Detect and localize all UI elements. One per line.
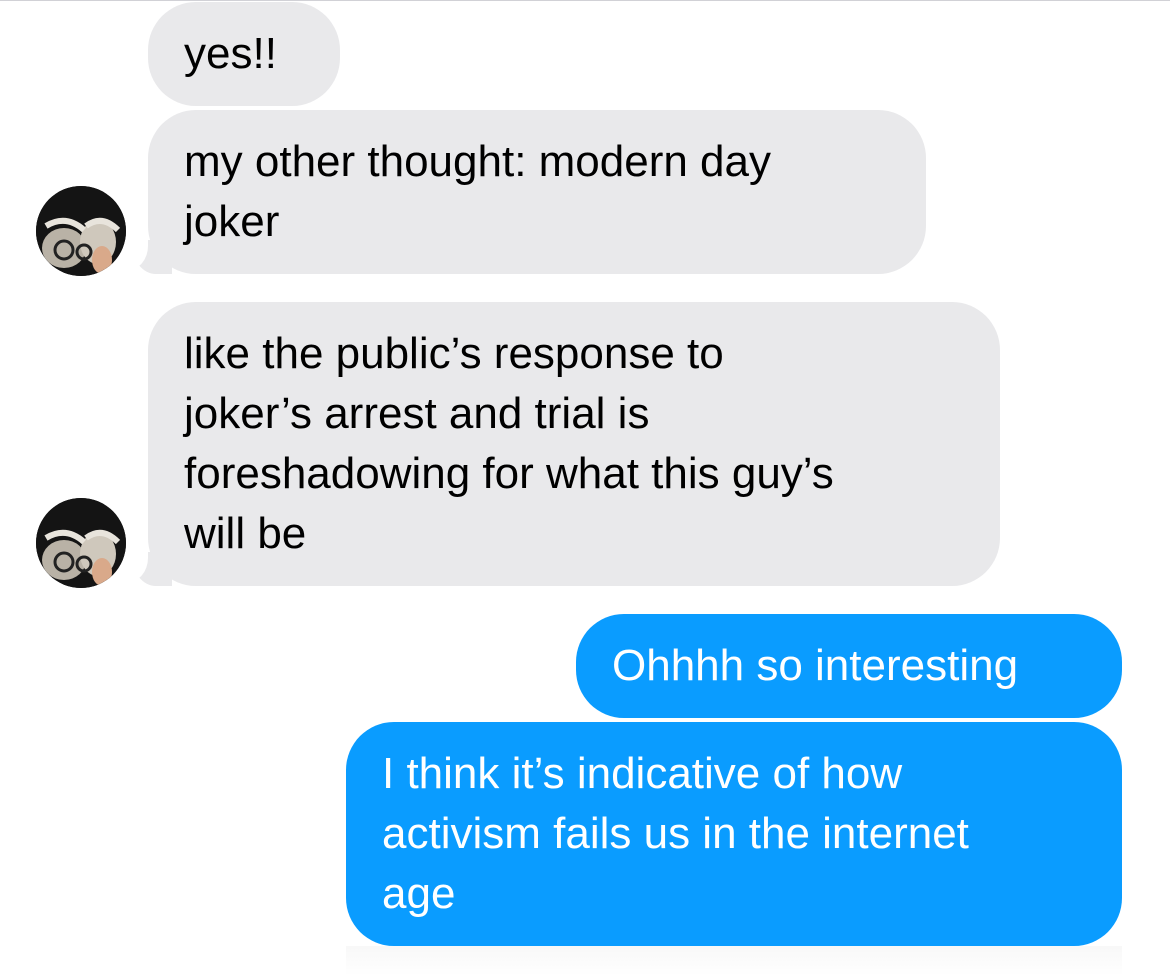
avatar-photo-icon <box>36 186 126 276</box>
message-text: will be <box>184 509 307 558</box>
message-bubble-incoming[interactable]: like the public’s response to joker’s ar… <box>132 302 1000 586</box>
message-text: joker <box>184 197 280 246</box>
message-text: age <box>382 869 456 918</box>
message-text: activism fails us in the internet <box>382 809 969 858</box>
contact-avatar[interactable] <box>36 186 126 276</box>
contact-avatar[interactable] <box>36 498 126 588</box>
message-text: Ohhhh so interesting <box>612 641 1019 690</box>
message-bubble-incoming[interactable]: my other thought: modern day joker <box>132 110 926 274</box>
message-bubble-outgoing[interactable]: Ohhhh so interesting <box>576 614 1122 718</box>
message-text: joker’s arrest and trial is <box>184 389 650 438</box>
bubble-tail <box>132 552 172 586</box>
message-bubble-incoming[interactable]: yes!! <box>148 2 340 106</box>
message-text: my other thought: modern day <box>184 137 771 186</box>
avatar-photo-icon <box>36 498 126 588</box>
bottom-fade <box>346 946 1122 976</box>
message-text: yes!! <box>184 29 277 78</box>
message-text: foreshadowing for what this guy’s <box>184 449 834 498</box>
message-text: I think it’s indicative of how <box>382 749 903 798</box>
bubble-tail <box>132 240 172 274</box>
message-bubble-outgoing[interactable]: I think it’s indicative of how activism … <box>346 722 1122 946</box>
message-text: like the public’s response to <box>184 329 724 378</box>
top-divider <box>0 0 1170 1</box>
